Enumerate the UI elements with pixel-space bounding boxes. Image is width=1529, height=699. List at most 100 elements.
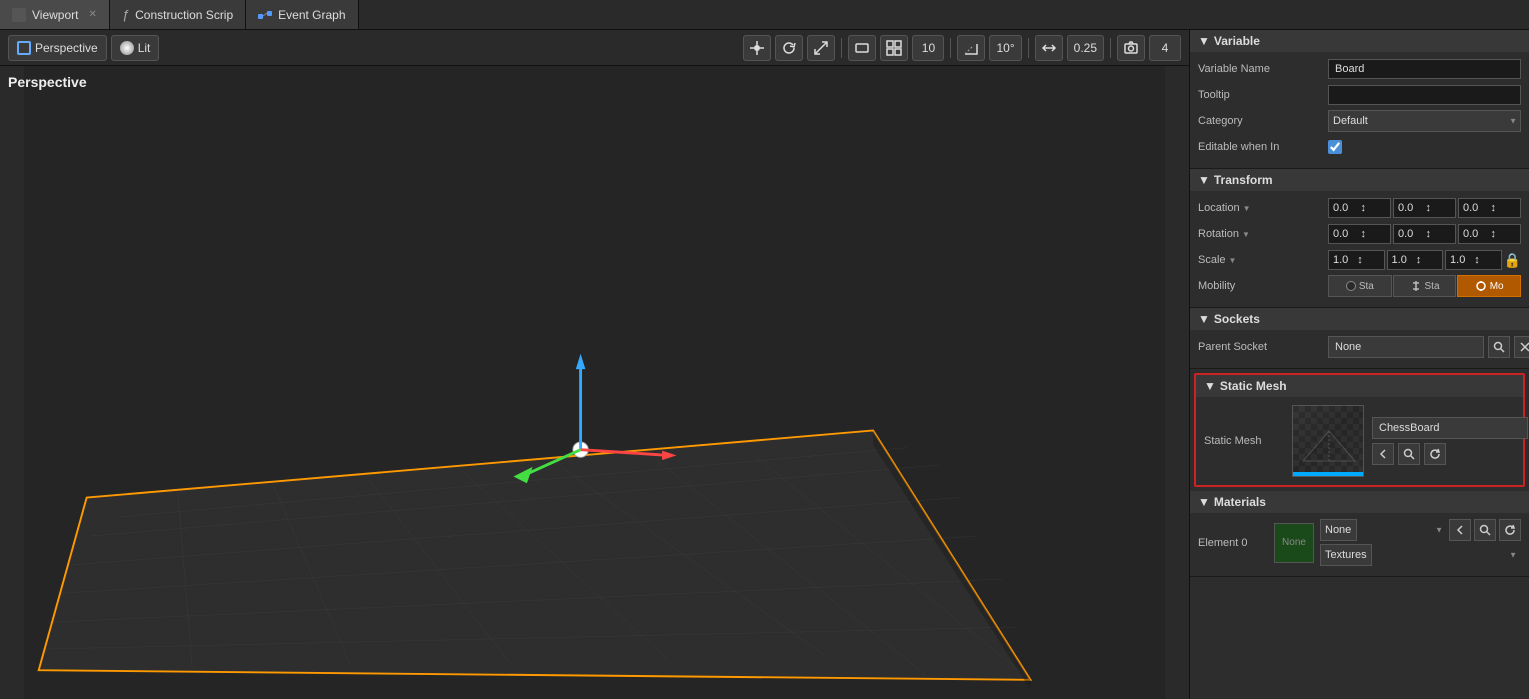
rotation-y-field[interactable]: 0.0 ↕ <box>1393 224 1456 244</box>
scale-z-value: 1.0 <box>1450 254 1472 266</box>
mesh-search-btn[interactable] <box>1398 443 1420 465</box>
scale-z-field[interactable]: 1.0 ↕ <box>1445 250 1502 270</box>
editable-row: Editable when In <box>1198 136 1521 158</box>
material-controls: None <box>1320 519 1521 566</box>
category-row: Category Default <box>1198 110 1521 132</box>
static-mesh-section: ▼ Static Mesh Static Mesh <box>1194 373 1525 487</box>
location-y-arrow: ↕ <box>1426 202 1452 214</box>
material-textures-select[interactable]: Textures <box>1320 544 1372 566</box>
snap-value-btn[interactable]: 0.25 <box>1067 35 1104 61</box>
materials-collapse-icon: ▼ <box>1198 495 1210 509</box>
perspective-icon <box>17 41 31 55</box>
rotation-x-field[interactable]: 0.0 ↕ <box>1328 224 1391 244</box>
scale-x-arrow: ↕ <box>1357 254 1379 266</box>
angle-value-btn[interactable]: 10° <box>989 35 1021 61</box>
material-search-btn[interactable] <box>1474 519 1496 541</box>
static-mesh-section-title: Static Mesh <box>1220 379 1287 393</box>
tab-event-graph[interactable]: Event Graph <box>246 0 358 29</box>
viewport-icon <box>12 8 26 22</box>
right-panel: ▼ Variable Variable Name Tooltip <box>1189 30 1529 699</box>
location-z-field[interactable]: 0.0 ↕ <box>1458 198 1521 218</box>
socket-search-btn[interactable] <box>1488 336 1510 358</box>
material-reset-btn[interactable] <box>1499 519 1521 541</box>
mobility-stationary-btn[interactable]: Sta <box>1393 275 1457 297</box>
mobility-label: Mobility <box>1198 280 1328 292</box>
scale-tool-btn[interactable] <box>807 35 835 61</box>
rotation-z-field[interactable]: 0.0 ↕ <box>1458 224 1521 244</box>
tooltip-input[interactable] <box>1328 85 1521 105</box>
perspective-btn[interactable]: Perspective <box>8 35 107 61</box>
material-browse-btn[interactable] <box>1449 519 1471 541</box>
scale-arrow-icon: ▼ <box>1229 256 1237 265</box>
camera-btn[interactable] <box>1117 35 1145 61</box>
transform-section-header[interactable]: ▼ Transform <box>1190 169 1529 191</box>
lit-label: Lit <box>138 41 151 55</box>
tab-event-graph-label: Event Graph <box>278 8 345 22</box>
scale-row: Scale ▼ 1.0 ↕ 1.0 ↕ 1.0 <box>1198 249 1521 271</box>
perspective-label: Perspective <box>35 41 98 55</box>
camera-count-btn[interactable]: 4 <box>1149 35 1181 61</box>
mesh-thumbnail-bar <box>1293 472 1363 476</box>
tab-viewport[interactable]: Viewport ✕ <box>0 0 110 29</box>
graph-icon <box>258 10 272 20</box>
camera-count: 4 <box>1162 41 1169 55</box>
rotation-row: Rotation ▼ 0.0 ↕ 0.0 ↕ 0.0 <box>1198 223 1521 245</box>
movable-icon <box>1475 280 1487 292</box>
location-y-field[interactable]: 0.0 ↕ <box>1393 198 1456 218</box>
variable-name-value <box>1328 59 1521 79</box>
scale-lock-icon[interactable]: 🔒 <box>1504 252 1521 269</box>
sockets-collapse-icon: ▼ <box>1198 312 1210 326</box>
rotation-x-arrow: ↕ <box>1361 228 1387 240</box>
material-swatch: None <box>1274 523 1314 563</box>
scale-y-field[interactable]: 1.0 ↕ <box>1387 250 1444 270</box>
canvas-area[interactable]: Perspective <box>0 66 1189 699</box>
mesh-browse-btn[interactable] <box>1372 443 1394 465</box>
variable-section-header[interactable]: ▼ Variable <box>1190 30 1529 52</box>
editable-checkbox[interactable] <box>1328 140 1342 154</box>
rotate-icon <box>781 40 797 56</box>
mesh-reset-btn[interactable] <box>1424 443 1446 465</box>
mobility-row: Mobility Sta Sta Mo <box>1198 275 1521 297</box>
category-select[interactable]: Default <box>1328 110 1521 132</box>
mobility-movable-btn[interactable]: Mo <box>1457 275 1521 297</box>
location-x-field[interactable]: 0.0 ↕ <box>1328 198 1391 218</box>
snap-icon <box>886 40 902 56</box>
materials-section-header[interactable]: ▼ Materials <box>1190 491 1529 513</box>
grid-size-btn[interactable]: 10 <box>912 35 944 61</box>
location-arrow-icon: ▼ <box>1243 204 1251 213</box>
translate-snap-btn[interactable] <box>1035 35 1063 61</box>
static-mesh-section-header[interactable]: ▼ Static Mesh <box>1196 375 1523 397</box>
socket-input[interactable] <box>1328 336 1484 358</box>
variable-section-title: Variable <box>1214 34 1260 48</box>
angle-snap-btn[interactable] <box>957 35 985 61</box>
tab-close-icon[interactable]: ✕ <box>88 9 96 20</box>
surface-snap-btn[interactable] <box>848 35 876 61</box>
search-icon <box>1493 341 1505 353</box>
move-tool-btn[interactable] <box>743 35 771 61</box>
socket-clear-btn[interactable] <box>1514 336 1529 358</box>
tab-construction[interactable]: ƒ Construction Scrip <box>110 0 246 29</box>
transform-section: ▼ Transform Location ▼ 0.0 ↕ <box>1190 169 1529 308</box>
lit-btn[interactable]: Lit <box>111 35 160 61</box>
camera-icon <box>1123 40 1139 56</box>
snap-grid-btn[interactable] <box>880 35 908 61</box>
materials-section: ▼ Materials Element 0 None None <box>1190 491 1529 577</box>
grid-size-value: 10 <box>922 41 935 55</box>
location-label: Location ▼ <box>1198 202 1328 214</box>
material-select[interactable]: None <box>1320 519 1357 541</box>
scale-y-value: 1.0 <box>1392 254 1414 266</box>
location-x-arrow: ↕ <box>1361 202 1387 214</box>
scale-x-value: 1.0 <box>1333 254 1355 266</box>
angle-icon <box>963 40 979 56</box>
transform-collapse-icon: ▼ <box>1198 173 1210 187</box>
sockets-section-header[interactable]: ▼ Sockets <box>1190 308 1529 330</box>
scale-x-field[interactable]: 1.0 ↕ <box>1328 250 1385 270</box>
rotate-tool-btn[interactable] <box>775 35 803 61</box>
material-textures-wrapper: Textures <box>1320 544 1521 566</box>
left-arrow-icon <box>1377 448 1389 460</box>
mobility-movable-label: Mo <box>1490 281 1504 292</box>
location-y-value: 0.0 <box>1398 202 1424 214</box>
variable-name-input[interactable] <box>1328 59 1521 79</box>
mobility-static-btn[interactable]: Sta <box>1328 275 1392 297</box>
mesh-name-input[interactable] <box>1372 417 1528 439</box>
